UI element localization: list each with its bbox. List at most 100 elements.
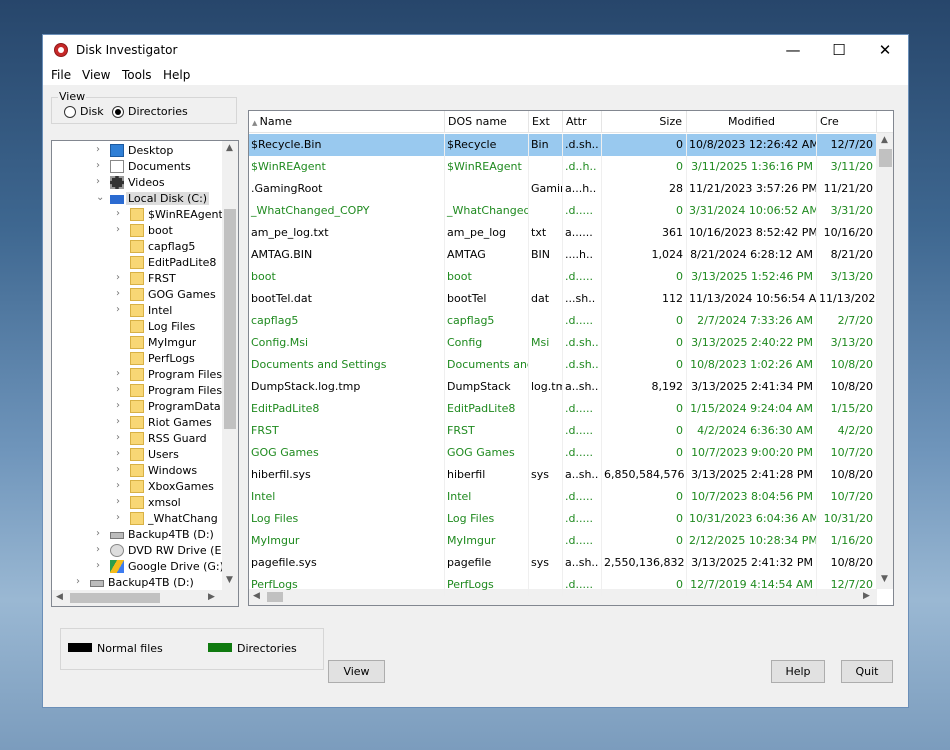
tree-item[interactable]: › Backup4TB (D:) xyxy=(52,575,222,591)
chevron-right-icon[interactable]: › xyxy=(116,432,120,443)
chevron-right-icon[interactable]: › xyxy=(116,208,120,219)
chevron-right-icon[interactable]: › xyxy=(116,400,120,411)
table-row[interactable]: Config.Msi Config Msi .d.sh.. 0 3/13/2025 2:4… xyxy=(249,332,877,354)
table-row[interactable]: boot boot .d..... 0 3/13/2025 1:52:46 PM 3/13… xyxy=(249,266,877,288)
chevron-right-icon[interactable]: › xyxy=(96,144,100,155)
table-row[interactable]: $Recycle.Bin $Recycle Bin .d.sh.. 0 10/8/2023… xyxy=(249,134,877,156)
tree-item[interactable]: MyImgur xyxy=(52,335,222,351)
folder-tree[interactable]: ▲ ▼ ◀ ▶ › Desktop › Documents › Videos ⌄ Local … xyxy=(51,140,239,607)
chevron-right-icon[interactable]: › xyxy=(96,544,100,555)
chevron-down-icon[interactable]: ▼ xyxy=(881,574,888,584)
directories-radio[interactable] xyxy=(112,106,124,118)
tree-item[interactable]: capflag5 xyxy=(52,239,222,255)
table-row[interactable]: AMTAG.BIN AMTAG BIN ....h.. 1,024 8/21/2024 6… xyxy=(249,244,877,266)
chevron-down-icon[interactable]: ▼ xyxy=(226,575,233,585)
menu-file[interactable]: File xyxy=(51,68,71,82)
tree-item[interactable]: › Backup4TB (D:) xyxy=(52,527,222,543)
tree-item[interactable]: › xmsol xyxy=(52,495,222,511)
disk-radio[interactable] xyxy=(64,106,76,118)
tree-item[interactable]: › RSS Guard xyxy=(52,431,222,447)
tree-hscroll-thumb[interactable] xyxy=(70,593,160,603)
menu-view[interactable]: View xyxy=(82,68,110,82)
tree-item[interactable]: › Documents xyxy=(52,159,222,175)
column-header-modified[interactable]: Modified xyxy=(687,111,817,133)
chevron-right-icon[interactable]: › xyxy=(116,368,120,379)
chevron-right-icon[interactable]: › xyxy=(96,560,100,571)
column-header-name[interactable]: ▲ Name xyxy=(249,111,445,133)
tree-item[interactable]: › Intel xyxy=(52,303,222,319)
chevron-right-icon[interactable]: › xyxy=(116,448,120,459)
tree-item[interactable]: › XboxGames xyxy=(52,479,222,495)
tree-item[interactable]: › FRST xyxy=(52,271,222,287)
column-header-ext[interactable]: Ext xyxy=(529,111,563,133)
tree-item[interactable]: › Users xyxy=(52,447,222,463)
list-scroll-thumb[interactable] xyxy=(879,149,892,167)
tree-item[interactable]: › Program Files xyxy=(52,367,222,383)
chevron-right-icon[interactable]: › xyxy=(116,224,120,235)
table-row[interactable]: DumpStack.log.tmp DumpStack log.tm a..sh.. 8… xyxy=(249,376,877,398)
chevron-right-icon[interactable]: › xyxy=(116,496,120,507)
tree-item[interactable]: EditPadLite8 xyxy=(52,255,222,271)
chevron-right-icon[interactable]: › xyxy=(116,384,120,395)
chevron-right-icon[interactable]: ▶ xyxy=(208,592,215,602)
maximize-button[interactable]: ☐ xyxy=(816,35,862,65)
tree-scroll-thumb[interactable] xyxy=(224,209,236,429)
chevron-left-icon[interactable]: ◀ xyxy=(56,592,63,602)
chevron-right-icon[interactable]: › xyxy=(116,416,120,427)
table-row[interactable]: PerfLogs PerfLogs .d..... 0 12/7/2019 4:14:5… xyxy=(249,574,877,596)
chevron-right-icon[interactable]: › xyxy=(96,160,100,171)
chevron-right-icon[interactable]: › xyxy=(116,512,120,523)
directories-radio-label[interactable]: Directories xyxy=(128,105,188,118)
table-row[interactable]: bootTel.dat bootTel dat ...sh.. 112 11/13/202… xyxy=(249,288,877,310)
table-row[interactable]: hiberfil.sys hiberfil sys a..sh.. 6,850,584,… xyxy=(249,464,877,486)
close-button[interactable]: ✕ xyxy=(862,35,908,65)
menu-tools[interactable]: Tools xyxy=(122,68,152,82)
tree-item[interactable]: › Google Drive (G:) xyxy=(52,559,222,575)
title-bar[interactable]: Disk Investigator — ☐ ✕ xyxy=(43,35,908,65)
table-row[interactable]: _WhatChanged_COPY_WhatChanged_C.d.....03… xyxy=(249,200,877,222)
table-row[interactable]: FRST FRST .d..... 0 4/2/2024 6:36:30 AM 4/2/2… xyxy=(249,420,877,442)
chevron-up-icon[interactable]: ▲ xyxy=(226,143,233,153)
table-row[interactable]: $WinREAgent $WinREAgent .d..h.. 0 3/11/2025 … xyxy=(249,156,877,178)
list-vertical-scrollbar[interactable]: ▲ ▼ xyxy=(877,133,893,589)
column-header-dos[interactable]: DOS name xyxy=(445,111,529,133)
tree-item[interactable]: › DVD RW Drive (E: xyxy=(52,543,222,559)
disk-radio-label[interactable]: Disk xyxy=(80,105,104,118)
quit-button[interactable]: Quit xyxy=(841,660,893,683)
tree-item[interactable]: › boot xyxy=(52,223,222,239)
column-header-created[interactable]: Cre xyxy=(817,111,877,133)
tree-item[interactable]: Log Files xyxy=(52,319,222,335)
table-row[interactable]: Intel Intel .d..... 0 10/7/2023 8:04:56 PM 10… xyxy=(249,486,877,508)
tree-item[interactable]: › _WhatChang xyxy=(52,511,222,527)
chevron-right-icon[interactable]: › xyxy=(116,288,120,299)
chevron-right-icon[interactable]: › xyxy=(96,176,100,187)
menu-help[interactable]: Help xyxy=(163,68,190,82)
file-list[interactable]: ▲ Name DOS name Ext Attr Size Modified Cre ▲ ▼… xyxy=(248,110,894,606)
tree-item[interactable]: › Riot Games xyxy=(52,415,222,431)
table-row[interactable]: am_pe_log.txt am_pe_log txt a...... 361 10/16… xyxy=(249,222,877,244)
table-row[interactable]: MyImgur MyImgur .d..... 0 2/12/2025 10:28:34… xyxy=(249,530,877,552)
column-header-size[interactable]: Size xyxy=(602,111,687,133)
chevron-down-icon[interactable]: ⌄ xyxy=(96,192,104,203)
tree-horizontal-scrollbar[interactable]: ◀ ▶ xyxy=(52,590,238,606)
table-row[interactable]: pagefile.sys pagefile sys a..sh.. 2,550,136,… xyxy=(249,552,877,574)
chevron-right-icon[interactable]: › xyxy=(116,304,120,315)
table-row[interactable]: EditPadLite8 EditPadLite8 .d..... 0 1/15/202… xyxy=(249,398,877,420)
table-row[interactable]: Documents and SettingsDocuments and S .d.… xyxy=(249,354,877,376)
help-button[interactable]: Help xyxy=(771,660,825,683)
tree-item[interactable]: › $WinREAgent xyxy=(52,207,222,223)
column-header-attr[interactable]: Attr xyxy=(563,111,602,133)
tree-vertical-scrollbar[interactable]: ▲ ▼ xyxy=(222,141,238,590)
chevron-right-icon[interactable]: › xyxy=(116,464,120,475)
chevron-up-icon[interactable]: ▲ xyxy=(881,135,888,145)
chevron-right-icon[interactable]: › xyxy=(116,272,120,283)
table-row[interactable]: GOG Games GOG Games .d..... 0 10/7/2023 9:00… xyxy=(249,442,877,464)
tree-item[interactable]: PerfLogs xyxy=(52,351,222,367)
tree-item[interactable]: › GOG Games xyxy=(52,287,222,303)
table-row[interactable]: .GamingRoot Gaminga...h..2811/21/2023 3:5… xyxy=(249,178,877,200)
chevron-right-icon[interactable]: › xyxy=(96,528,100,539)
tree-item[interactable]: ⌄ Local Disk (C:) xyxy=(52,191,222,207)
chevron-right-icon[interactable]: › xyxy=(116,480,120,491)
tree-item[interactable]: › Program Files xyxy=(52,383,222,399)
tree-item[interactable]: › Videos xyxy=(52,175,222,191)
